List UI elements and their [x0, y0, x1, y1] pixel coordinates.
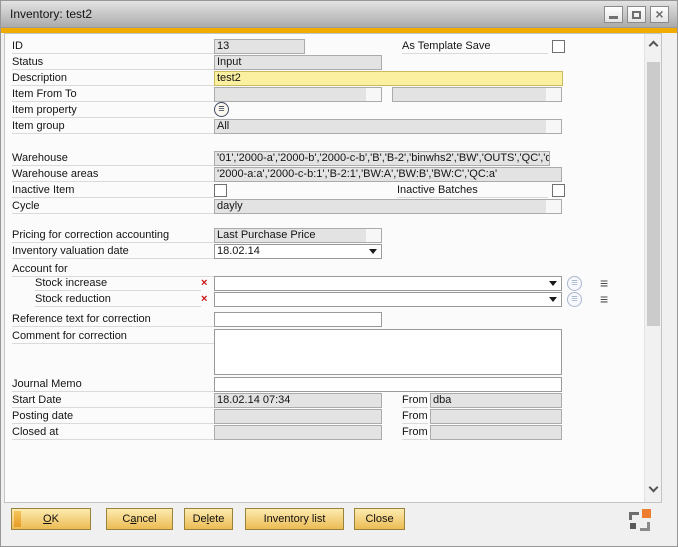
- item-from-field: [214, 87, 382, 102]
- reference-text-input[interactable]: [214, 312, 382, 327]
- close-form-button[interactable]: Close: [354, 508, 405, 530]
- valuation-date-combo[interactable]: 18.02.14: [214, 244, 382, 259]
- ok-button-mnemonic: O: [43, 513, 52, 525]
- corner-bracket-bottom-right: [640, 522, 650, 531]
- posting-date-field: [214, 409, 382, 424]
- item-from-to-label: Item From To: [12, 87, 215, 102]
- reference-text-label: Reference text for correction: [12, 312, 215, 327]
- status-label: Status: [12, 55, 215, 70]
- warehouse-areas-label: Warehouse areas: [12, 167, 215, 182]
- valuation-date-label: Inventory valuation date: [12, 244, 215, 259]
- maximize-button[interactable]: [627, 6, 646, 23]
- description-input[interactable]: test2: [214, 71, 563, 86]
- as-template-save-label: As Template Save: [402, 39, 548, 54]
- cancel-button-label-post: ncel: [136, 513, 156, 525]
- closed-at-label: Closed at: [12, 425, 215, 440]
- inactive-item-checkbox[interactable]: [214, 184, 227, 197]
- required-icon: ×: [201, 276, 207, 291]
- stock-increase-label: Stock increase: [35, 276, 201, 291]
- minimize-icon: [609, 16, 618, 19]
- journal-memo-input[interactable]: [214, 377, 562, 392]
- stock-reduction-combo[interactable]: [214, 292, 562, 307]
- cycle-label: Cycle: [12, 199, 215, 214]
- warehouse-areas-field: '2000-a:a','2000-c-b:1','B-2:1','BW:A','…: [214, 167, 562, 182]
- closed-at-field: [214, 425, 382, 440]
- warehouse-field: '01','2000-a','2000-b','2000-c-b','B','B…: [214, 151, 550, 166]
- warehouse-label: Warehouse: [12, 151, 215, 166]
- required-icon: ×: [201, 292, 207, 307]
- inventory-list-button-label: Inventory list: [264, 513, 326, 525]
- status-field: Input: [214, 55, 382, 70]
- corner-bracket-top-left: [629, 512, 639, 520]
- delete-button[interactable]: Delete: [184, 508, 233, 530]
- close-icon: ×: [655, 8, 663, 21]
- close-form-button-label: Close: [365, 513, 393, 525]
- cancel-button-label: C: [122, 513, 130, 525]
- inventory-window: Inventory: test2 × ID 13 As Template Sav…: [0, 0, 678, 547]
- valuation-date-value: 18.02.14: [217, 245, 260, 257]
- scroll-down-icon[interactable]: [649, 483, 659, 493]
- delete-button-label-post: ete: [209, 513, 224, 525]
- stock-reduction-label: Stock reduction: [35, 292, 201, 307]
- ok-button[interactable]: OK: [11, 508, 91, 530]
- comment-textarea[interactable]: [214, 329, 562, 375]
- corner-orange-square: [642, 509, 651, 518]
- comment-label: Comment for correction: [12, 329, 215, 344]
- form-panel: ID 13 As Template Save Status Input Desc…: [4, 33, 662, 503]
- start-date-from-label: From: [402, 393, 428, 408]
- as-template-save-checkbox[interactable]: [552, 40, 565, 53]
- start-date-label: Start Date: [12, 393, 215, 408]
- id-label: ID: [12, 39, 215, 54]
- chevron-down-icon[interactable]: [369, 249, 377, 254]
- window-controls: ×: [604, 6, 669, 23]
- posting-date-label: Posting date: [12, 409, 215, 424]
- stock-increase-list-icon[interactable]: ≡: [600, 276, 608, 291]
- item-property-menu-icon[interactable]: ≡: [214, 102, 229, 117]
- maximize-icon: [632, 11, 641, 19]
- item-property-label: Item property: [12, 103, 215, 118]
- form-resize-icon[interactable]: [629, 509, 651, 531]
- inactive-item-label: Inactive Item: [12, 183, 215, 198]
- pricing-label: Pricing for correction accounting: [12, 228, 215, 243]
- delete-button-label: De: [193, 513, 207, 525]
- item-group-field: All: [214, 119, 562, 134]
- corner-gray-square: [630, 523, 636, 529]
- stock-increase-combo[interactable]: [214, 276, 562, 291]
- minimize-button[interactable]: [604, 6, 623, 23]
- scrollbar-thumb[interactable]: [647, 62, 660, 326]
- stock-reduction-choose-icon[interactable]: ≡: [567, 292, 582, 307]
- id-field: 13: [214, 39, 305, 54]
- stock-reduction-list-icon[interactable]: ≡: [600, 292, 608, 307]
- ok-button-label-post: K: [52, 513, 59, 525]
- scroll-up-icon[interactable]: [649, 41, 659, 51]
- journal-memo-label: Journal Memo: [12, 377, 215, 392]
- inactive-batches-label: Inactive Batches: [397, 183, 548, 198]
- item-to-field: [392, 87, 562, 102]
- posting-date-from-field: [430, 409, 562, 424]
- chevron-down-icon[interactable]: [549, 281, 557, 286]
- title-bar: Inventory: test2 ×: [1, 1, 677, 28]
- window-title: Inventory: test2: [10, 7, 92, 21]
- vertical-scrollbar[interactable]: [644, 34, 661, 502]
- stock-increase-choose-icon[interactable]: ≡: [567, 276, 582, 291]
- cycle-field: dayly: [214, 199, 562, 214]
- description-label: Description: [12, 71, 215, 86]
- closed-at-from-field: [430, 425, 562, 440]
- account-for-label: Account for: [12, 262, 215, 277]
- inventory-list-button[interactable]: Inventory list: [245, 508, 344, 530]
- closed-at-from-label: From: [402, 425, 428, 440]
- chevron-down-icon[interactable]: [549, 297, 557, 302]
- item-group-label: Item group: [12, 119, 215, 134]
- inactive-batches-checkbox[interactable]: [552, 184, 565, 197]
- cancel-button[interactable]: Cancel: [106, 508, 173, 530]
- close-button[interactable]: ×: [650, 6, 669, 23]
- start-date-from-field: dba: [430, 393, 562, 408]
- pricing-field: Last Purchase Price: [214, 228, 382, 243]
- posting-date-from-label: From: [402, 409, 428, 424]
- start-date-field: 18.02.14 07:34: [214, 393, 382, 408]
